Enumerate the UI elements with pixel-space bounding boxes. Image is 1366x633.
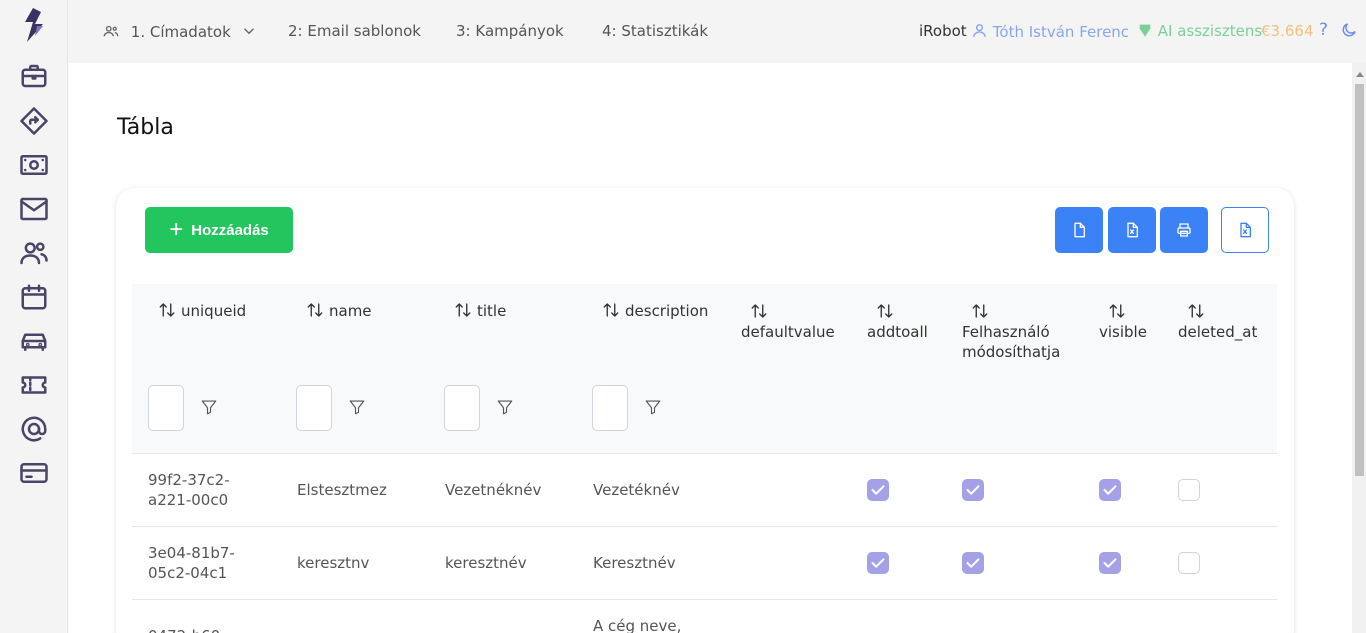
cell-title: Vezetnéknév xyxy=(445,481,542,499)
column-header-label: Felhasználó xyxy=(962,323,1050,341)
plus-icon: + xyxy=(169,216,184,243)
user-name: Tóth István Ferenc xyxy=(992,23,1130,41)
briefcase-icon[interactable] xyxy=(18,60,50,92)
mail-icon[interactable] xyxy=(18,193,50,225)
chevron-down-icon xyxy=(243,28,254,35)
checkbox-felhasznalo-modosithatja[interactable] xyxy=(962,552,984,574)
credit-card-icon[interactable] xyxy=(18,457,50,489)
checkbox-addtoall[interactable] xyxy=(867,552,889,574)
column-header-label: description xyxy=(625,302,709,320)
sort-icon xyxy=(750,302,768,320)
filter-icon[interactable] xyxy=(200,398,218,416)
cell-name: keresztnv xyxy=(297,554,370,572)
filter-icon[interactable] xyxy=(348,398,366,416)
cell-uniqueid: 99f2-37c2- a221-00c0 xyxy=(148,471,230,509)
export-file-button[interactable] xyxy=(1055,207,1103,253)
car-icon[interactable] xyxy=(18,325,50,357)
ai-assistant-label: AI asszisztens xyxy=(1157,22,1263,40)
sort-icon xyxy=(454,301,472,319)
filter-icon[interactable] xyxy=(644,398,662,416)
column-header-deleted-at[interactable]: deleted_at xyxy=(1178,302,1257,342)
nav-cimadatok-label: 1. Címadatok xyxy=(130,23,231,41)
nav-cimadatok[interactable]: 1. Címadatok xyxy=(102,22,258,41)
nav-kampanyok[interactable]: 3: Kampányok xyxy=(456,22,564,40)
column-header-label: deleted_at xyxy=(1178,323,1258,341)
sort-icon xyxy=(1187,302,1205,320)
calendar-icon[interactable] xyxy=(18,281,50,313)
cell-description: Keresztnév xyxy=(593,554,676,572)
scroll-up-arrow-icon[interactable] xyxy=(1356,72,1364,77)
filter-input-name[interactable] xyxy=(296,385,332,431)
column-header-title[interactable]: title xyxy=(454,301,506,321)
column-header-label: módosíthatja xyxy=(962,343,1061,361)
credit-balance: €3.664 xyxy=(1261,22,1314,40)
checkbox-visible[interactable] xyxy=(1099,552,1121,574)
nav-email-sablonok[interactable]: 2: Email sablonok xyxy=(288,22,421,40)
cell-uniqueid: 3e04-81b7- 05c2-04c1 xyxy=(148,544,235,582)
at-icon[interactable] xyxy=(18,413,50,445)
checkbox-deleted-at[interactable] xyxy=(1178,552,1200,574)
checkbox-addtoall[interactable] xyxy=(867,479,889,501)
column-header-label: name xyxy=(329,302,372,320)
column-header-defaultvalue[interactable]: defaultvalue xyxy=(741,302,835,342)
sort-icon xyxy=(602,301,620,319)
filter-input-uniqueid[interactable] xyxy=(148,385,184,431)
filter-icon[interactable] xyxy=(496,398,514,416)
column-header-name[interactable]: name xyxy=(306,301,372,321)
row-divider xyxy=(132,526,1277,527)
file-excel-icon xyxy=(1127,222,1138,238)
column-header-uniqueid[interactable]: uniqueid xyxy=(158,301,246,321)
checkbox-felhasznalo-modosithatja[interactable] xyxy=(962,479,984,501)
nav-statisztikak[interactable]: 4: Statisztikák xyxy=(602,22,708,40)
filter-input-title[interactable] xyxy=(444,385,480,431)
sort-icon xyxy=(158,301,176,319)
cash-icon[interactable] xyxy=(18,149,50,181)
column-header-visible[interactable]: visible xyxy=(1099,302,1147,342)
column-header-addtoall[interactable]: addtoall xyxy=(867,302,928,342)
sort-icon xyxy=(971,302,989,320)
sort-icon xyxy=(1108,302,1126,320)
file-icon xyxy=(1074,222,1085,238)
print-button[interactable] xyxy=(1160,207,1208,253)
scrollbar-thumb[interactable] xyxy=(1355,84,1364,476)
sidebar xyxy=(0,0,68,633)
cell-name: Elstesztmez xyxy=(297,481,387,499)
user-icon xyxy=(973,24,986,37)
directions-icon[interactable] xyxy=(18,105,50,137)
cell-uniqueid: 0472-b60 xyxy=(148,626,220,633)
page-title: Tábla xyxy=(117,115,174,140)
cell-title: keresztnév xyxy=(445,554,527,572)
column-header-label: title xyxy=(477,302,507,320)
user-menu[interactable]: Tóth István Ferenc xyxy=(971,22,1129,41)
moon-icon[interactable] xyxy=(1340,21,1358,43)
app-logo-icon[interactable] xyxy=(21,8,47,42)
file-excel-icon xyxy=(1240,222,1251,238)
add-button-label: Hozzáadás xyxy=(191,221,269,239)
checkbox-deleted-at[interactable] xyxy=(1178,479,1200,501)
column-header-description[interactable]: description xyxy=(602,301,708,321)
printer-icon xyxy=(1177,223,1191,237)
add-button[interactable]: + Hozzáadás xyxy=(145,207,293,253)
company-name: iRobot xyxy=(919,22,967,40)
cell-description: Vezetéknév xyxy=(593,481,680,499)
column-header-label: uniqueid xyxy=(181,302,247,320)
ai-robot-icon xyxy=(1139,24,1151,37)
column-header-label: defaultvalue xyxy=(741,323,835,341)
ai-assistant-button[interactable]: AI asszisztens xyxy=(1137,22,1262,40)
users-icon[interactable] xyxy=(18,237,50,269)
sort-icon xyxy=(306,301,324,319)
checkbox-visible[interactable] xyxy=(1099,479,1121,501)
column-header-label: visible xyxy=(1099,323,1147,341)
export-excel-selection-button[interactable] xyxy=(1221,207,1269,253)
help-icon[interactable]: ? xyxy=(1319,20,1328,40)
ticket-icon[interactable] xyxy=(18,369,50,401)
column-header-felhasznalo-modosithatja[interactable]: Felhasználó módosíthatja xyxy=(962,302,1060,362)
users-icon xyxy=(103,25,119,37)
column-header-label: addtoall xyxy=(867,323,928,341)
row-divider xyxy=(132,599,1277,600)
cell-description: A cég neve, xyxy=(593,617,682,633)
filter-input-description[interactable] xyxy=(592,385,628,431)
sort-icon xyxy=(876,302,894,320)
export-excel-button[interactable] xyxy=(1108,207,1156,253)
